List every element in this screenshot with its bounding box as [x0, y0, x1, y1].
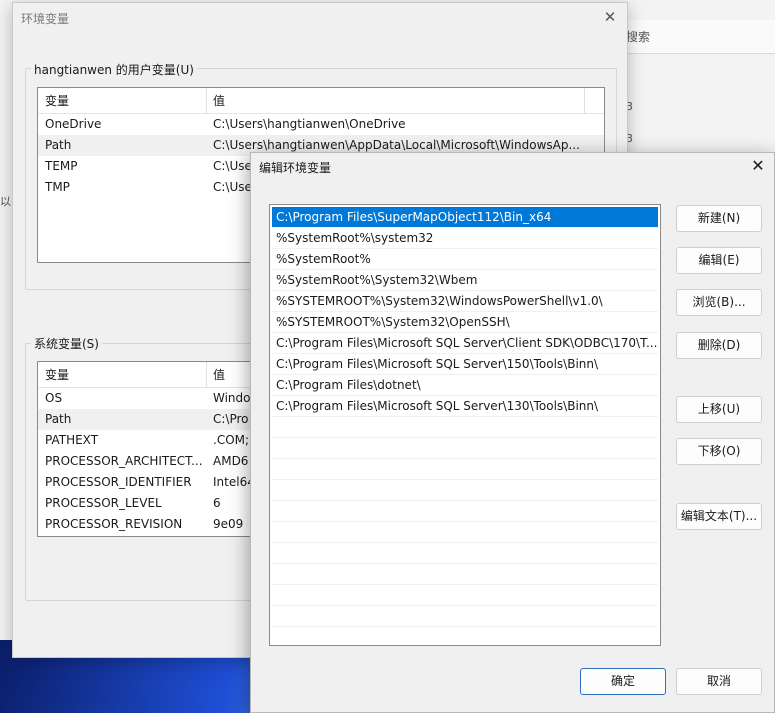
variable-name: OneDrive: [45, 117, 102, 131]
move-up-button[interactable]: 上移(U): [676, 396, 762, 423]
variable-name: Path: [45, 138, 72, 152]
variable-name: TEMP: [45, 159, 78, 173]
variable-name: PROCESSOR_LEVEL: [45, 496, 162, 510]
empty-path-row[interactable]: [272, 438, 658, 459]
variable-name: TMP: [45, 180, 70, 194]
empty-path-row[interactable]: [272, 480, 658, 501]
background-search-label: 搜索: [626, 30, 651, 44]
cancel-button[interactable]: 取消: [676, 668, 762, 695]
path-entry[interactable]: C:\Program Files\Microsoft SQL Server\Cl…: [272, 333, 658, 354]
empty-path-row[interactable]: [272, 501, 658, 522]
column-header-variable[interactable]: 变量: [38, 362, 206, 388]
env-dialog-title: 环境变量: [21, 12, 70, 26]
path-entry[interactable]: %SYSTEMROOT%\System32\OpenSSH\: [272, 312, 658, 333]
variable-name: PROCESSOR_ARCHITECT...: [45, 454, 203, 468]
path-entry[interactable]: %SYSTEMROOT%\System32\WindowsPowerShell\…: [272, 291, 658, 312]
variable-name: PATHEXT: [45, 433, 99, 447]
path-entry[interactable]: %SystemRoot%\System32\Wbem: [272, 270, 658, 291]
browse-button[interactable]: 浏览(B)...: [676, 289, 762, 316]
path-entry[interactable]: %SystemRoot%\system32: [272, 228, 658, 249]
empty-path-row[interactable]: [272, 522, 658, 543]
variable-value: C:\Users\hangtianwen\OneDrive: [213, 117, 406, 131]
path-entry[interactable]: C:\Program Files\dotnet\: [272, 375, 658, 396]
close-icon[interactable]: ✕: [601, 8, 619, 26]
path-entry[interactable]: %SystemRoot%: [272, 249, 658, 270]
background-fragment: 以: [0, 195, 11, 208]
variable-name: OS: [45, 391, 63, 405]
user-variables-label: hangtianwen 的用户变量(U): [31, 61, 197, 78]
user-list-header: 变量 值: [38, 88, 604, 114]
system-variables-label: 系统变量(S): [31, 335, 102, 352]
empty-path-row[interactable]: [272, 564, 658, 585]
column-header-value[interactable]: 值: [206, 88, 584, 114]
edit-text-button[interactable]: 编辑文本(T)...: [676, 503, 762, 530]
empty-path-row[interactable]: [272, 606, 658, 627]
close-icon[interactable]: ✕: [748, 156, 768, 176]
edit-button[interactable]: 编辑(E): [676, 247, 762, 274]
path-entries-list[interactable]: C:\Program Files\SuperMapObject112\Bin_x…: [269, 204, 661, 646]
path-entry[interactable]: C:\Program Files\Microsoft SQL Server\13…: [272, 396, 658, 417]
new-button[interactable]: 新建(N): [676, 205, 762, 232]
background-search-box[interactable]: 搜索: [620, 20, 775, 54]
edit-dialog-title: 编辑环境变量: [259, 161, 332, 175]
empty-path-row[interactable]: [272, 543, 658, 564]
column-header-variable[interactable]: 变量: [38, 88, 206, 114]
empty-path-row[interactable]: [272, 585, 658, 606]
empty-path-row[interactable]: [272, 459, 658, 480]
path-entry[interactable]: C:\Program Files\SuperMapObject112\Bin_x…: [272, 207, 658, 228]
empty-path-row[interactable]: [272, 417, 658, 438]
column-divider[interactable]: [584, 88, 585, 114]
move-down-button[interactable]: 下移(O): [676, 438, 762, 465]
variable-name: PROCESSOR_REVISION: [45, 517, 183, 531]
path-entry[interactable]: C:\Program Files\Microsoft SQL Server\15…: [272, 354, 658, 375]
variable-name: PROCESSOR_IDENTIFIER: [45, 475, 192, 489]
variable-name: Path: [45, 412, 72, 426]
ok-button[interactable]: 确定: [580, 668, 666, 695]
table-row[interactable]: OneDrive C:\Users\hangtianwen\OneDrive: [38, 114, 604, 135]
edit-environment-variable-dialog: 编辑环境变量 ✕ C:\Program Files\SuperMapObject…: [250, 152, 775, 713]
delete-button[interactable]: 删除(D): [676, 332, 762, 359]
